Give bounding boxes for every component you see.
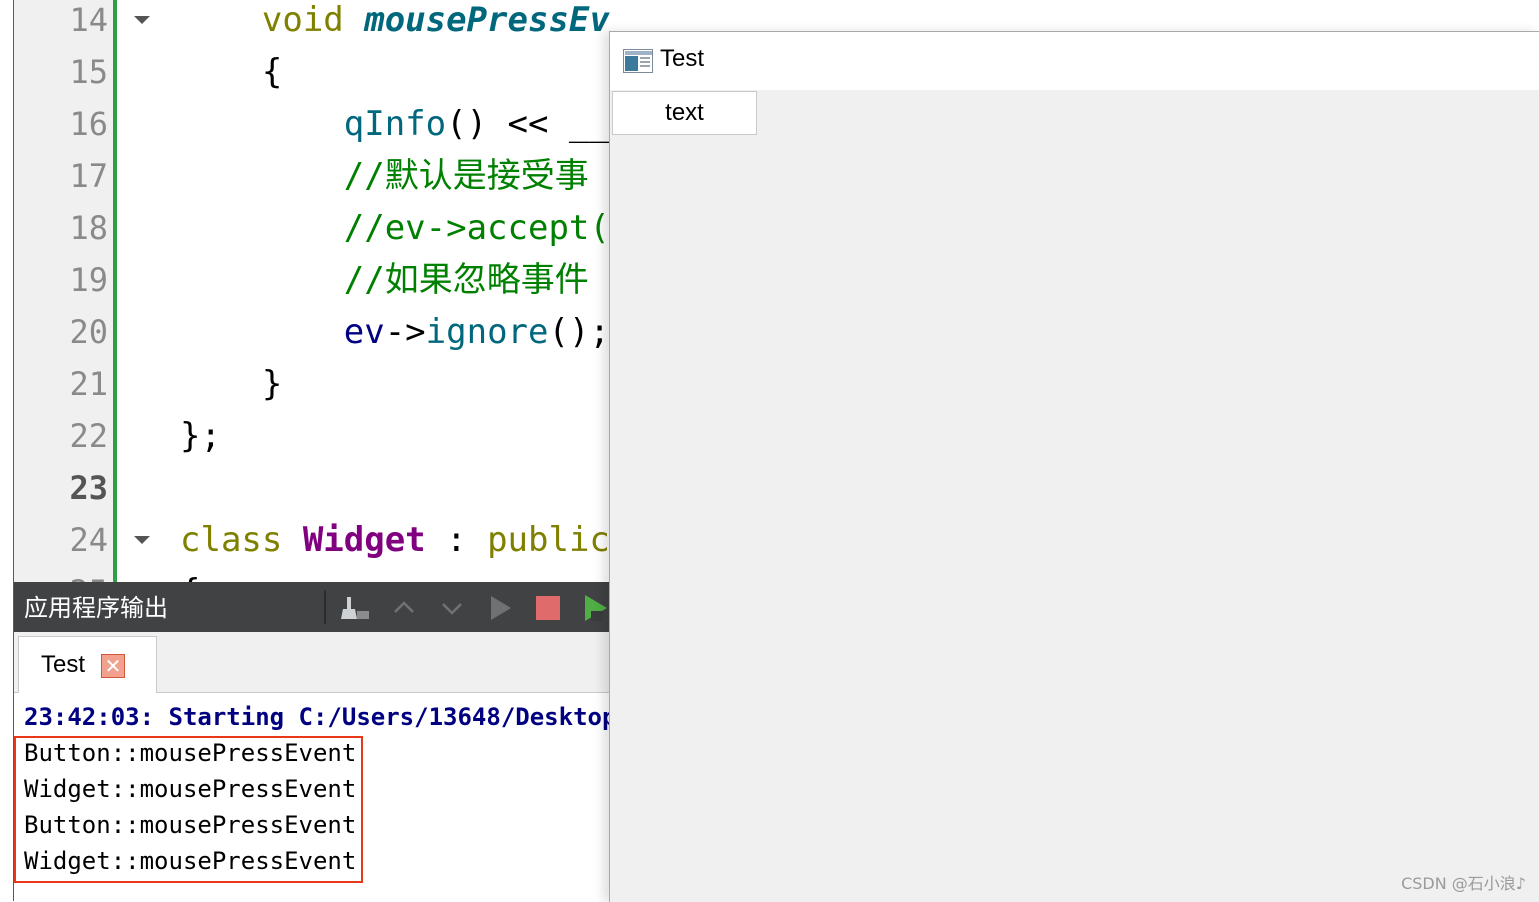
close-icon[interactable]: ✕ xyxy=(101,654,125,678)
code-token: }; xyxy=(180,416,221,456)
fold-arrow-icon[interactable] xyxy=(134,536,150,544)
code-line: //如果忽略事件 xyxy=(180,254,589,306)
code-token: : xyxy=(425,520,488,560)
code-token: ev xyxy=(180,312,385,352)
watermark: CSDN @石小浪♪ xyxy=(1401,874,1526,893)
test-window[interactable]: Test text CSDN @石小浪♪ xyxy=(609,31,1539,902)
line-number: 14 xyxy=(69,1,108,39)
chevron-up-icon[interactable] xyxy=(386,590,422,626)
line-number: 21 xyxy=(69,365,108,403)
toolbar-separator xyxy=(324,590,326,624)
code-token: qInfo xyxy=(180,104,447,144)
line-number: 25 xyxy=(14,566,108,582)
line-number: 24 xyxy=(69,521,108,559)
code-token: public xyxy=(487,520,610,560)
start-message: 23:42:03: Starting C:/Users/13648/Deskto… xyxy=(24,703,617,731)
code-token: } xyxy=(180,364,283,404)
tab-test[interactable]: Test ✕ xyxy=(18,636,157,694)
code-token: { xyxy=(180,52,283,92)
code-token: (); xyxy=(548,312,610,352)
window-title: Test xyxy=(660,45,705,72)
output-pane-header: 应用程序输出 xyxy=(14,582,610,632)
code-line: } xyxy=(180,358,282,410)
line-number: 15 xyxy=(69,53,108,91)
code-line: //ev->accept( xyxy=(180,202,610,254)
code-line: //默认是接受事 xyxy=(180,150,589,202)
code-line: { xyxy=(180,566,200,582)
code-token: () << __ xyxy=(446,104,610,144)
text-button[interactable]: text xyxy=(612,91,757,135)
stop-icon[interactable] xyxy=(530,590,566,626)
code-line: }; xyxy=(180,410,221,462)
code-token: void xyxy=(180,0,365,40)
code-token: -> xyxy=(384,312,426,352)
code-line: class Widget : public xyxy=(180,514,610,566)
code-token: //ev->accept( xyxy=(180,208,610,248)
stop-square xyxy=(536,596,560,620)
fold-column xyxy=(117,0,170,582)
code-token: ignore xyxy=(425,312,549,352)
play-icon[interactable] xyxy=(482,590,518,626)
line-number: 20 xyxy=(69,313,108,351)
code-token: mousePressEvent xyxy=(364,0,610,40)
line-number: 18 xyxy=(69,209,108,247)
line-number: 19 xyxy=(69,261,108,299)
line-number: 22 xyxy=(69,417,108,455)
code-token: Widget xyxy=(302,520,426,560)
fold-arrow-icon[interactable] xyxy=(134,16,150,24)
tab-label: Test xyxy=(41,651,86,678)
line-number: 16 xyxy=(69,105,108,143)
code-token: { xyxy=(180,572,200,582)
code-line: void mousePressEvent(QMouseEvent* ev)ove… xyxy=(180,0,610,46)
app-window-icon xyxy=(623,49,653,73)
code-line: { xyxy=(180,46,282,98)
code-token: //如果忽略事件 xyxy=(180,260,589,300)
broom-icon[interactable] xyxy=(338,590,374,626)
code-token: //默认是接受事 xyxy=(180,156,589,196)
code-line: qInfo() << __ xyxy=(180,98,610,150)
chevron-down-icon[interactable] xyxy=(434,590,470,626)
line-number: 17 xyxy=(69,157,108,195)
window-titlebar[interactable]: Test xyxy=(610,32,1539,90)
code-token: class xyxy=(180,520,303,560)
highlight-box xyxy=(14,736,363,883)
output-tab-bar: Test ✕ xyxy=(14,632,610,694)
output-pane-title: 应用程序输出 xyxy=(24,594,168,622)
code-line: ev->ignore(); xyxy=(180,306,610,358)
code-editor[interactable]: 14 15 16 17 18 19 20 21 22 23 24 25 void… xyxy=(0,0,610,582)
line-number-current: 23 xyxy=(69,469,108,507)
run-debug-icon[interactable] xyxy=(578,590,610,626)
